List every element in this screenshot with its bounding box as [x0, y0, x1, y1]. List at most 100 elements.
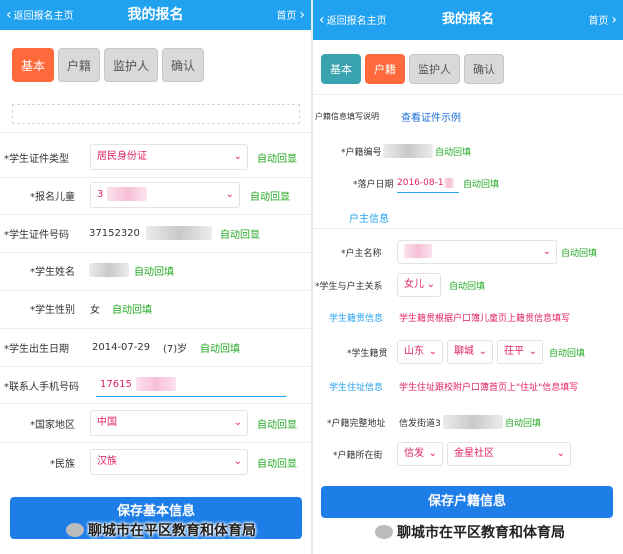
tab-basic[interactable]: 基本 — [321, 54, 361, 84]
chevron-down-icon: ⌄ — [542, 246, 551, 257]
child-value: 3 — [97, 189, 104, 200]
region-select[interactable]: 中国 ⌄ — [90, 410, 248, 436]
header-bar: ‹ 返回报名主页 我的报名 首页 › — [313, 0, 623, 40]
watermark: 聊城市在平区教育和体育局 — [66, 520, 256, 540]
origin-note: 学生籍贯根据户口簿儿童页上籍贯信息填写 — [399, 313, 571, 324]
settle-date-label: *落户日期 — [353, 179, 394, 190]
tab-hukou[interactable]: 户籍 — [58, 48, 101, 82]
tab-confirm[interactable]: 确认 — [464, 54, 504, 84]
chevron-down-icon: ⌄ — [478, 346, 487, 357]
home-link[interactable]: 首页 › — [276, 0, 305, 30]
id-type-select[interactable]: 居民身份证 ⌄ — [90, 144, 248, 170]
owner-section-title: 户主信息 — [349, 214, 389, 225]
full-address-value: 信发街道3 — [399, 418, 441, 429]
auto-fill-text: 自动回填 — [549, 348, 586, 359]
field-child: *报名儿童 3 ⌄ 自动回显 — [0, 181, 311, 209]
id-type-value: 居民身份证 — [97, 151, 147, 162]
child-select[interactable]: 3 ⌄ — [90, 182, 240, 208]
region-label: *国家地区 — [30, 419, 75, 431]
province-select[interactable]: 山东 ⌄ — [397, 340, 443, 364]
redacted-block — [107, 187, 148, 201]
chevron-down-icon: ⌄ — [233, 151, 242, 162]
watermark: 聊城市在平区教育和体育局 — [375, 522, 565, 542]
field-id-type: *学生证件类型 居民身份证 ⌄ 自动回显 — [0, 143, 311, 171]
address-section: 学生住址信息 学生住址跟校附户口簿首页上"住址"信息填写 — [313, 377, 623, 395]
field-ethnicity: *民族 汉族 ⌄ 自动回显 — [0, 448, 311, 476]
auto-fill-text: 自动回填 — [435, 147, 472, 158]
birth-date-value: 2014-07-29 — [92, 341, 151, 353]
address-section-title: 学生住址信息 — [329, 382, 384, 393]
view-sample-link[interactable]: 查看证件示例 — [401, 109, 461, 124]
field-id-number: *学生证件号码 37152320 自动回显 — [0, 222, 311, 244]
step-tabs: 基本 户籍 监护人 确认 — [12, 48, 205, 82]
redacted-block — [404, 244, 432, 258]
step-tabs: 基本 户籍 监护人 确认 — [321, 54, 504, 84]
back-label: 返回报名主页 — [13, 11, 74, 22]
region-value: 中国 — [97, 417, 117, 428]
ethnicity-value: 汉族 — [97, 456, 117, 467]
tab-guardian[interactable]: 监护人 — [104, 48, 159, 82]
tab-confirm[interactable]: 确认 — [162, 48, 205, 82]
back-to-home-link[interactable]: ‹ 返回报名主页 — [6, 0, 74, 30]
auto-echo-text: 自动回显 — [257, 458, 297, 470]
ethnicity-label: *民族 — [50, 458, 75, 470]
redacted-block — [89, 263, 129, 277]
hukou-number-label: *户籍编号 — [341, 147, 382, 158]
chevron-down-icon: ⌄ — [528, 346, 537, 357]
redacted-block — [135, 377, 176, 391]
settle-date-input[interactable]: 2016-08-1 — [397, 173, 459, 193]
watermark-text: 聊城市在平区教育和体育局 — [88, 523, 256, 539]
settle-date-value: 2016-08-1 — [397, 178, 444, 188]
origin-section: 学生籍贯信息 学生籍贯根据户口簿儿童页上籍贯信息填写 — [313, 308, 623, 326]
redacted-block — [146, 226, 212, 240]
owner-name-select[interactable]: ⌄ — [397, 240, 557, 264]
redacted-block — [443, 415, 503, 429]
auto-echo-text: 自动回显 — [250, 191, 290, 203]
tab-guardian[interactable]: 监护人 — [409, 54, 460, 84]
tab-basic[interactable]: 基本 — [12, 48, 55, 82]
divider — [0, 442, 311, 443]
field-settle-date: *落户日期 2016-08-1 自动回填 — [313, 172, 623, 194]
field-owner-name: *户主名称 ⌄ 自动回填 — [313, 239, 623, 265]
home-link[interactable]: 首页 › — [588, 0, 617, 40]
town-value: 信发 — [404, 448, 424, 459]
relation-label: *学生与户主关系 — [315, 281, 383, 292]
chevron-right-icon: › — [299, 7, 305, 23]
origin-section-title: 学生籍贯信息 — [329, 313, 384, 324]
birth-date-label: *学生出生日期 — [4, 343, 69, 355]
back-to-home-link[interactable]: ‹ 返回报名主页 — [319, 0, 387, 40]
fill-note-label: 户籍信息填写说明 — [315, 111, 379, 121]
community-select[interactable]: 金星社区 ⌄ — [447, 442, 571, 466]
chevron-down-icon: ⌄ — [428, 346, 437, 357]
divider — [0, 177, 311, 178]
field-origin: *学生籍贯 山东 ⌄ 聊城 ⌄ 茌平 ⌄ 自动回填 — [313, 340, 623, 364]
chevron-down-icon: ⌄ — [428, 448, 437, 459]
chevron-down-icon: ⌄ — [556, 448, 565, 459]
divider — [0, 252, 311, 253]
child-label: *报名儿童 — [30, 191, 75, 203]
hukou-info-panel: ‹ 返回报名主页 我的报名 首页 › 基本 户籍 监护人 确认 户籍信息填写说明 查… — [313, 0, 623, 554]
tab-hukou[interactable]: 户籍 — [365, 54, 405, 84]
ethnicity-select[interactable]: 汉族 ⌄ — [90, 449, 248, 475]
save-hukou-info-button[interactable]: 保存户籍信息 — [321, 486, 613, 518]
gender-label: *学生性别 — [30, 304, 75, 316]
city-select[interactable]: 聊城 ⌄ — [447, 340, 493, 364]
auto-fill-text: 自动回填 — [200, 343, 240, 355]
id-number-value: 37152320 — [89, 227, 140, 239]
relation-select[interactable]: 女儿 ⌄ — [397, 273, 441, 297]
address-note: 学生住址跟校附户口簿首页上"住址"信息填写 — [399, 382, 579, 393]
notice-box — [12, 104, 300, 124]
auto-fill-text: 自动回填 — [112, 304, 152, 316]
field-full-address: *户籍完整地址 信发街道3 自动回填 — [313, 411, 623, 433]
phone-label: *联系人手机号码 — [4, 381, 79, 393]
phone-value: 17615 — [100, 379, 132, 390]
field-hukou-number: *户籍编号 自动回填 — [313, 140, 623, 162]
student-name-label: *学生姓名 — [30, 266, 75, 278]
back-label: 返回报名主页 — [326, 16, 387, 27]
county-select[interactable]: 茌平 ⌄ — [497, 340, 543, 364]
divider — [0, 403, 311, 404]
city-value: 聊城 — [454, 346, 474, 357]
town-select[interactable]: 信发 ⌄ — [397, 442, 443, 466]
wechat-icon — [375, 525, 393, 539]
phone-input[interactable]: 17615 — [96, 373, 286, 397]
